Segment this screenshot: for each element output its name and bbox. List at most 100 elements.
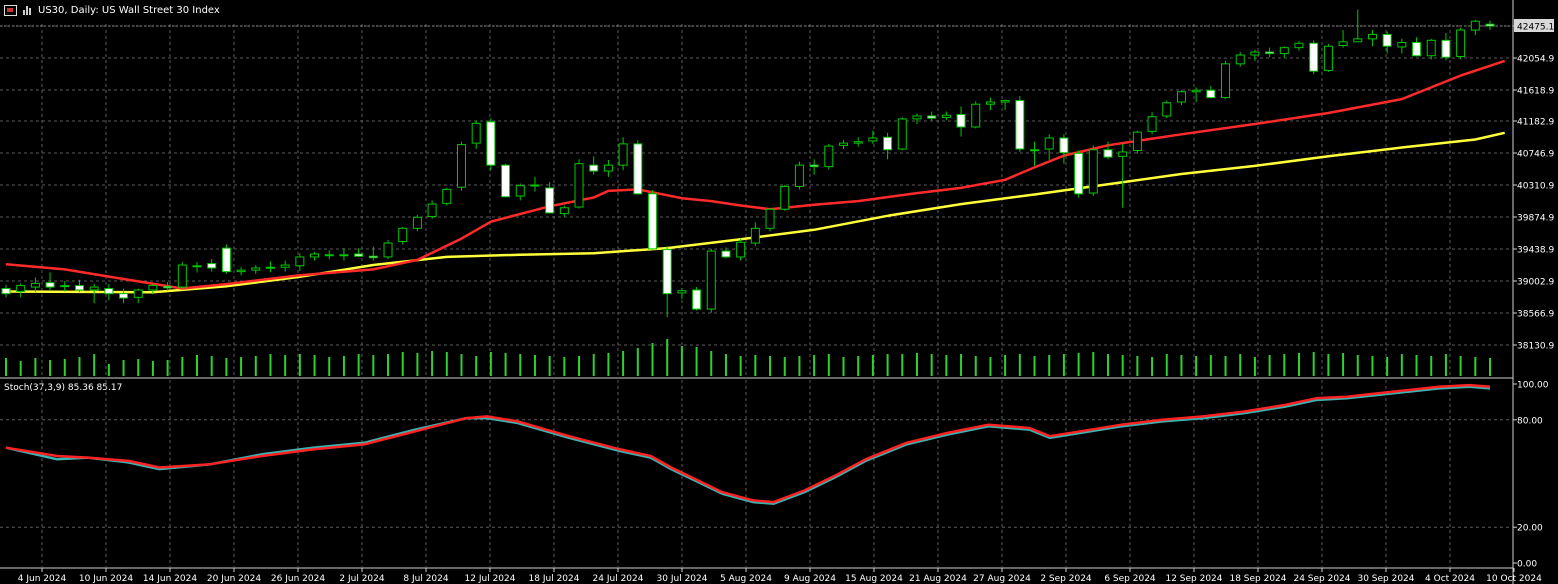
candle [1441,32,1451,61]
candle [897,117,907,151]
candle [486,118,496,171]
candle-body [1015,100,1025,150]
candle-body [868,137,878,142]
candle-body [633,143,643,195]
stoch-tick-label: 80.00 [1517,416,1543,426]
candle-body [985,101,995,105]
stoch-tick-label: 100.00 [1517,381,1549,391]
candle-body [295,256,305,267]
candle-body [809,164,819,168]
candle-body [1059,137,1069,154]
candle [692,287,702,311]
candle-body [545,187,555,214]
candle [74,279,84,293]
time-tick-label: 20 Jun 2024 [207,574,261,584]
candle [1456,27,1466,60]
candle-body [89,286,99,291]
candle [1338,30,1348,48]
price-tick-label: 39438.9 [1517,246,1554,256]
candle-body [1323,45,1333,71]
candle-body [1103,149,1113,158]
time-tick-label: 26 Jun 2024 [271,574,325,584]
candle [133,288,143,304]
stoch-main-line [5,385,1491,505]
candle-body [1118,151,1128,157]
candle [456,141,466,191]
candle-body [236,269,246,273]
candle [1074,150,1084,198]
time-tick-label: 8 Jul 2024 [403,574,448,584]
candle [559,205,569,217]
time-tick-label: 27 Aug 2024 [973,574,1031,584]
candle-body [1470,20,1480,31]
candle [412,215,422,232]
candle-body [589,164,599,172]
candle-body [1191,89,1201,93]
candle [60,281,70,292]
candle-body [45,282,55,288]
candle-body [662,249,672,295]
candle-body [1382,33,1392,47]
candle-body [1338,41,1348,46]
time-tick-label: 30 Jul 2024 [657,574,708,584]
candle [1279,46,1289,58]
candle [236,267,246,276]
time-tick-label: 15 Aug 2024 [845,574,903,584]
candle [398,226,408,245]
candle [677,288,687,299]
candle-body [251,267,261,271]
candle-body [192,265,202,268]
candle [927,111,937,121]
stoch-tick-label: 20.00 [1517,524,1543,534]
candle [1191,87,1201,103]
candle-body [941,114,951,118]
candle-body [486,121,496,166]
price-chart[interactable]: 42475.1 42054.9 41618.9 41182.9 40746.9 40310… [0,0,1558,584]
candle-body [692,289,702,310]
candle-body [1426,39,1436,57]
candle-body [897,118,907,150]
candle [1132,130,1142,154]
candle [515,183,525,201]
candle-body [794,164,804,187]
candle-body [368,255,378,259]
candle [1235,52,1245,67]
candle [589,156,599,175]
candle [883,132,893,160]
candle-body [310,253,320,258]
candle-body [1353,38,1363,43]
candle-body [1162,102,1172,117]
candle [1030,141,1040,166]
candle-body [1456,29,1466,57]
time-axis: 4 Jun 2024 10 Jun 2024 14 Jun 2024 20 Jun 2… [18,568,1542,584]
candle-body [956,113,966,128]
candle [1382,31,1392,54]
candle [1221,60,1231,100]
time-tick-label: 14 Jun 2024 [143,574,197,584]
candle-body [1132,131,1142,151]
price-axis: 42475.1 42054.9 41618.9 41182.9 40746.9 40310… [1513,19,1554,352]
candle [824,143,834,170]
time-tick-label: 6 Sep 2024 [1104,574,1156,584]
candle-body [442,188,452,204]
candle [265,261,275,273]
price-tick-label: 39002.9 [1517,278,1554,288]
candle-body [721,250,731,258]
candle-body [471,122,481,144]
candle [618,137,628,171]
candle-body [1030,149,1040,152]
candle [1162,100,1172,119]
candle [339,248,349,261]
candle-body [16,285,26,292]
candle-body [177,264,187,288]
time-tick-label: 21 Aug 2024 [909,574,967,584]
candle-body [618,143,628,166]
candle [383,240,393,260]
candle [1265,47,1275,58]
candle [794,161,804,190]
candle-body [60,285,70,288]
candle [706,248,716,313]
candle-body [1221,63,1231,99]
candle [442,187,452,206]
candle [45,272,55,290]
